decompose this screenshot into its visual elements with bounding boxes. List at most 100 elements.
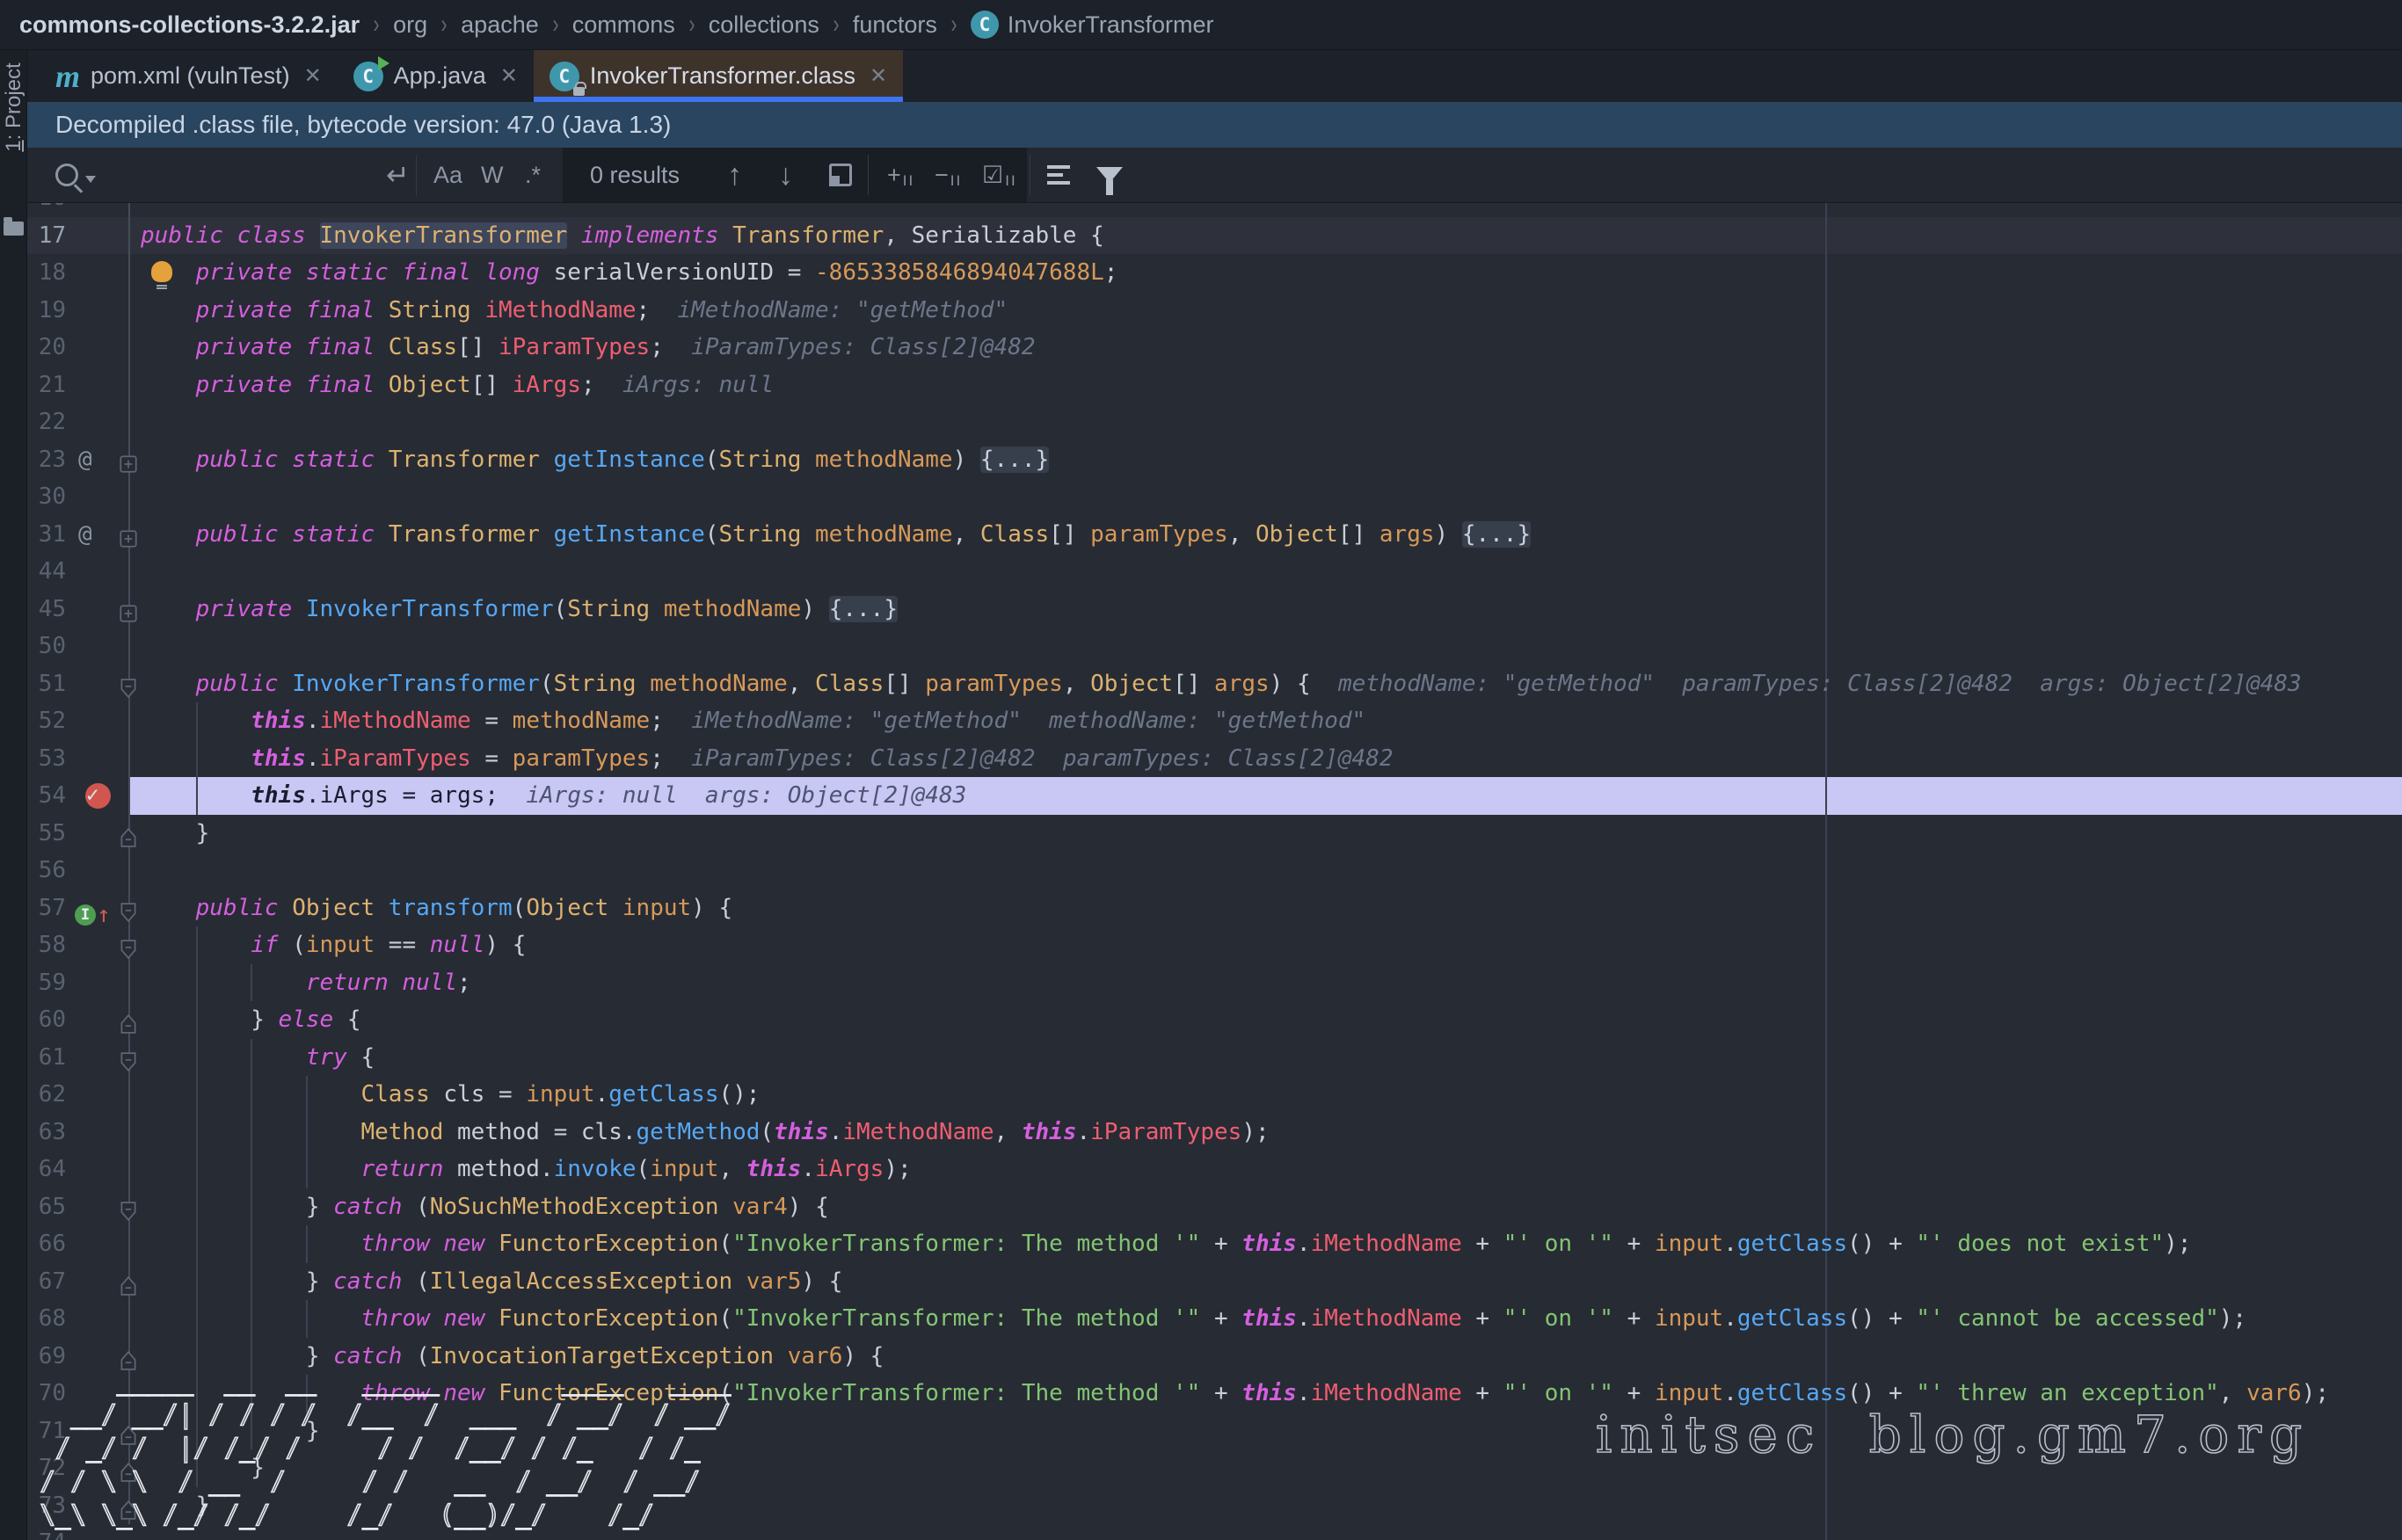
line-number[interactable]: 21	[27, 367, 66, 404]
code-line-69[interactable]: 69 } catch (InvocationTargetException va…	[27, 1338, 2402, 1376]
line-number[interactable]: 44	[27, 553, 66, 591]
search-input[interactable]	[133, 148, 379, 202]
match-case-toggle[interactable]: Aa	[433, 148, 462, 202]
line-number[interactable]: 20	[27, 329, 66, 367]
fold-marker-up-icon[interactable]	[118, 1346, 139, 1367]
line-number[interactable]: 63	[27, 1114, 66, 1151]
tab-pom-xml-vulntest-[interactable]: mpom.xml (vulnTest)✕	[40, 50, 338, 102]
fold-marker-up-icon[interactable]	[118, 1009, 139, 1030]
code-line-52[interactable]: 52 this.iMethodName = methodName; iMetho…	[27, 702, 2402, 740]
line-number[interactable]: 45	[27, 591, 66, 628]
code-line-57[interactable]: 57I↑ public Object transform(Object inpu…	[27, 890, 2402, 927]
fold-marker-down-icon[interactable]	[118, 897, 139, 919]
breakpoint-icon[interactable]: ✓	[85, 783, 111, 809]
breadcrumb-item[interactable]: commons-collections-3.2.2.jar	[19, 11, 360, 39]
line-number[interactable]: 17	[27, 217, 66, 255]
code-line-61[interactable]: 61 try {	[27, 1039, 2402, 1077]
code-line-16[interactable]: 16	[27, 203, 2402, 217]
line-number[interactable]: 52	[27, 702, 66, 740]
code-line-17[interactable]: 17public class InvokerTransformer implem…	[27, 217, 2402, 255]
line-number[interactable]: 22	[27, 403, 66, 441]
tab-app-java[interactable]: CApp.java✕	[338, 50, 534, 102]
breadcrumb-item[interactable]: CInvokerTransformer	[971, 11, 1214, 39]
line-number[interactable]: 66	[27, 1225, 66, 1263]
code-line-62[interactable]: 62 Class cls = input.getClass();	[27, 1076, 2402, 1114]
regex-toggle[interactable]: .*	[525, 148, 541, 202]
fold-marker-up-icon[interactable]	[118, 1420, 139, 1442]
fold-marker-plus-icon[interactable]	[118, 449, 139, 470]
line-number[interactable]: 18	[27, 254, 66, 292]
code-line-66[interactable]: 66 throw new FunctorException("InvokerTr…	[27, 1225, 2402, 1263]
code-line-50[interactable]: 50	[27, 628, 2402, 665]
project-folder-icon[interactable]	[4, 222, 24, 236]
code-line-59[interactable]: 59 return null;	[27, 964, 2402, 1002]
line-number[interactable]: 30	[27, 478, 66, 516]
line-number[interactable]: 53	[27, 740, 66, 778]
code-line-60[interactable]: 60 } else {	[27, 1001, 2402, 1039]
close-icon[interactable]: ✕	[500, 63, 518, 89]
breadcrumb-item[interactable]: collections	[709, 11, 819, 39]
line-number[interactable]: 57	[27, 890, 66, 927]
code-line-21[interactable]: 21 private final Object[] iArgs; iArgs: …	[27, 367, 2402, 404]
line-number[interactable]: 71	[27, 1413, 66, 1450]
code-line-70[interactable]: 70 throw new FunctorException("InvokerTr…	[27, 1375, 2402, 1413]
line-number[interactable]: 67	[27, 1263, 66, 1301]
breadcrumb-item[interactable]: commons	[572, 11, 675, 39]
search-icon[interactable]	[55, 148, 96, 202]
line-number[interactable]: 60	[27, 1001, 66, 1039]
line-number[interactable]: 19	[27, 292, 66, 330]
code-line-19[interactable]: 19 private final String iMethodName; iMe…	[27, 292, 2402, 330]
sidebar-item-project[interactable]: 1: Project	[2, 33, 28, 182]
code-editor[interactable]: 1617public class InvokerTransformer impl…	[27, 203, 2402, 1540]
line-number[interactable]: 72	[27, 1449, 66, 1487]
code-line-45[interactable]: 45 private InvokerTransformer(String met…	[27, 591, 2402, 628]
code-line-20[interactable]: 20 private final Class[] iParamTypes; iP…	[27, 329, 2402, 367]
remove-occurrence-button[interactable]: −II	[935, 148, 962, 202]
code-line-63[interactable]: 63 Method method = cls.getMethod(this.iM…	[27, 1114, 2402, 1151]
line-number[interactable]: 74	[27, 1524, 66, 1540]
code-line-53[interactable]: 53 this.iParamTypes = paramTypes; iParam…	[27, 740, 2402, 778]
line-number[interactable]: 31	[27, 516, 66, 554]
filter-icon[interactable]	[1096, 148, 1123, 202]
code-line-67[interactable]: 67 } catch (IllegalAccessException var5)…	[27, 1263, 2402, 1301]
close-icon[interactable]: ✕	[870, 63, 887, 89]
fold-marker-up-icon[interactable]	[118, 1271, 139, 1292]
line-number[interactable]: 73	[27, 1487, 66, 1525]
fold-marker-up-icon[interactable]	[118, 1495, 139, 1516]
newline-icon[interactable]: ↵	[386, 148, 410, 202]
line-number[interactable]: 23	[27, 441, 66, 479]
code-line-56[interactable]: 56	[27, 852, 2402, 890]
line-number[interactable]: 64	[27, 1151, 66, 1188]
add-occurrence-button[interactable]: +II	[887, 148, 914, 202]
code-line-68[interactable]: 68 throw new FunctorException("InvokerTr…	[27, 1300, 2402, 1338]
code-line-73[interactable]: 73 }	[27, 1487, 2402, 1525]
fold-marker-plus-icon[interactable]	[118, 524, 139, 545]
line-number[interactable]: 58	[27, 926, 66, 964]
fold-marker-down-icon[interactable]	[118, 934, 139, 955]
line-number[interactable]: 50	[27, 628, 66, 665]
line-number[interactable]: 61	[27, 1039, 66, 1077]
line-number[interactable]: 56	[27, 852, 66, 890]
code-line-72[interactable]: 72 }	[27, 1449, 2402, 1487]
line-number[interactable]: 55	[27, 815, 66, 853]
next-occurrence-button[interactable]: ↓	[778, 148, 793, 202]
line-number[interactable]: 59	[27, 964, 66, 1002]
code-line-65[interactable]: 65 } catch (NoSuchMethodException var4) …	[27, 1188, 2402, 1226]
code-line-23[interactable]: 23@ public static Transformer getInstanc…	[27, 441, 2402, 479]
code-line-54[interactable]: 54✓ this.iArgs = args; iArgs: null args:…	[27, 777, 2402, 815]
line-number[interactable]: 51	[27, 665, 66, 703]
code-line-55[interactable]: 55 }	[27, 815, 2402, 853]
previous-occurrence-button[interactable]: ↑	[727, 148, 742, 202]
breadcrumb-item[interactable]: functors	[853, 11, 937, 39]
line-number[interactable]: 62	[27, 1076, 66, 1114]
line-number[interactable]: 69	[27, 1338, 66, 1376]
whole-words-toggle[interactable]: W	[481, 148, 503, 202]
line-number[interactable]: 54	[27, 777, 66, 815]
code-line-64[interactable]: 64 return method.invoke(input, this.iArg…	[27, 1151, 2402, 1188]
find-in-selection-icon[interactable]	[829, 148, 852, 202]
code-line-22[interactable]: 22	[27, 403, 2402, 441]
close-icon[interactable]: ✕	[304, 63, 322, 89]
breadcrumb-item[interactable]: org	[393, 11, 427, 39]
line-number[interactable]: 16	[27, 203, 66, 217]
code-line-58[interactable]: 58 if (input == null) {	[27, 926, 2402, 964]
